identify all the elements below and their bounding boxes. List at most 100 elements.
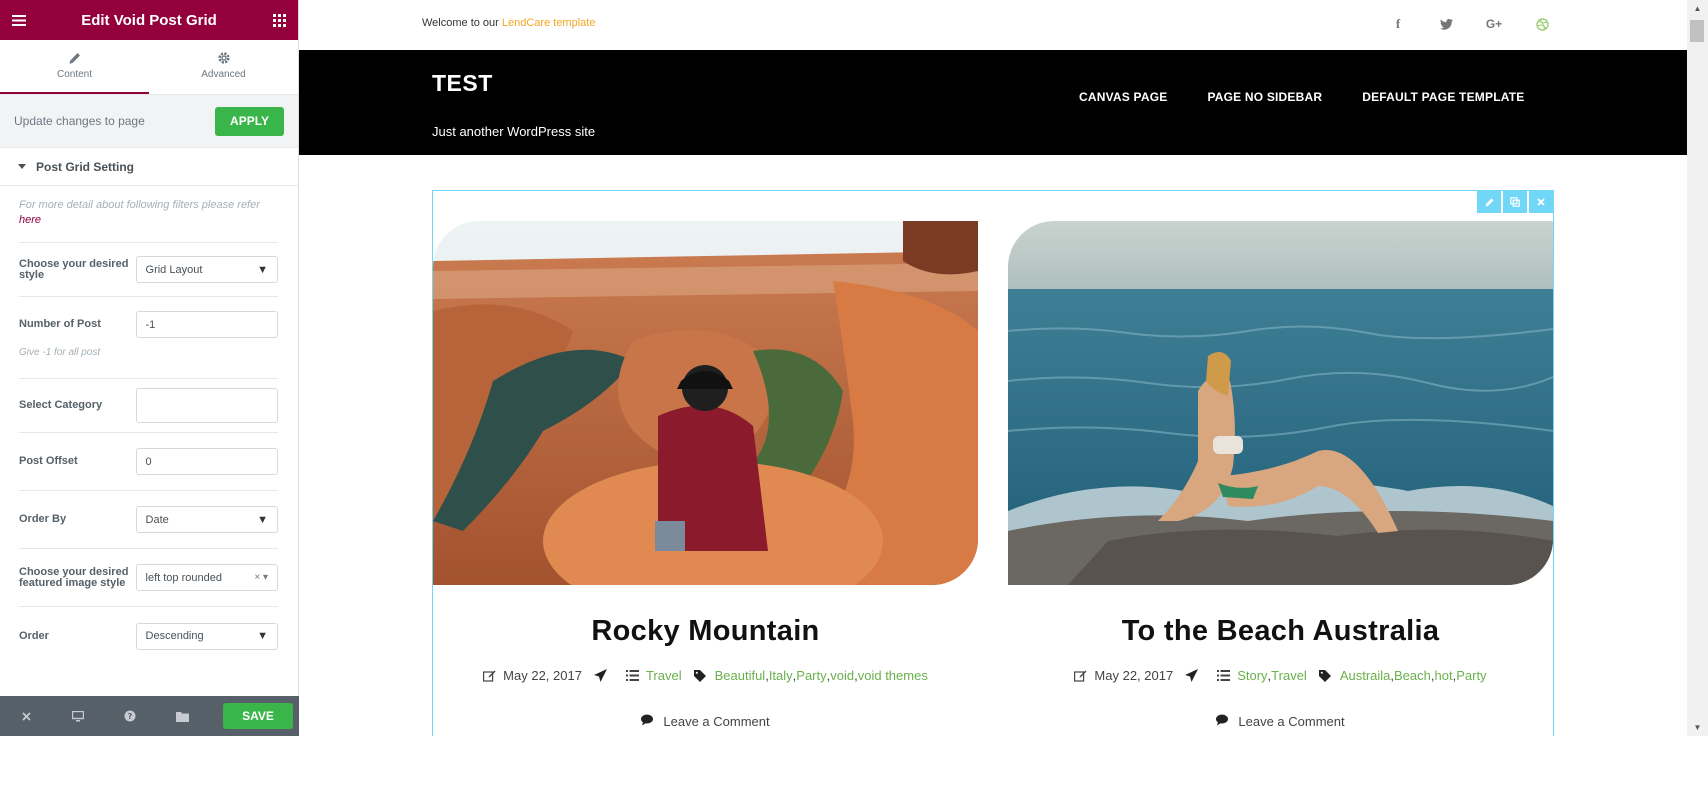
post-card: To the Beach Australia May 22, 2017 Stor…	[1008, 221, 1553, 729]
tag-link[interactable]: Beach	[1394, 668, 1431, 683]
tag-link[interactable]: void themes	[858, 668, 928, 683]
panel-header: Edit Void Post Grid	[0, 0, 298, 40]
nav-item-default-page-template[interactable]: DEFAULT PAGE TEMPLATE	[1362, 90, 1524, 104]
category-select[interactable]	[135, 388, 278, 423]
style-select[interactable]: Grid Layout ▼	[135, 256, 278, 283]
remove-widget-icon[interactable]	[1529, 191, 1553, 213]
google-plus-icon[interactable]: G+	[1484, 15, 1504, 33]
site-title[interactable]: TEST	[432, 70, 493, 97]
control-num-posts: Number of Post -1 Give -1 for all post	[19, 297, 278, 379]
select-value: Date	[145, 513, 169, 526]
control-order: Order Descending ▼	[19, 607, 278, 665]
site-header: TEST Just another WordPress site CANVAS …	[299, 50, 1687, 155]
author-plane-icon	[1185, 669, 1199, 682]
note-link[interactable]: here	[19, 214, 41, 226]
filters-note: For more detail about following filters …	[19, 186, 278, 243]
post-category-link[interactable]: Story	[1237, 668, 1267, 683]
scroll-up-arrow-icon[interactable]: ▲	[1687, 4, 1708, 13]
control-label: Order By	[19, 513, 67, 525]
controls-list: For more detail about following filters …	[0, 186, 298, 737]
tag-link[interactable]: Austraila	[1340, 668, 1391, 683]
edit-widget-icon[interactable]	[1477, 191, 1501, 213]
section-toggle-post-grid-setting[interactable]: Post Grid Setting	[0, 148, 298, 186]
input-value: -1	[145, 318, 156, 331]
control-order-by: Order By Date ▼	[19, 491, 278, 549]
post-date: May 22, 2017	[1094, 668, 1174, 683]
post-category-link[interactable]: Travel	[646, 668, 682, 683]
control-label: Order	[19, 629, 49, 642]
comment-label: Leave a Comment	[663, 714, 770, 729]
tab-advanced-label: Advanced	[201, 69, 246, 80]
tab-content[interactable]: Content	[0, 40, 149, 94]
scroll-thumb[interactable]	[1690, 20, 1704, 42]
help-icon[interactable]: ?	[121, 707, 139, 725]
close-icon[interactable]	[17, 707, 35, 725]
update-text: Update changes to page	[14, 114, 145, 128]
site-topbar: Welcome to our LendCare template f G+	[299, 0, 1687, 50]
post-title[interactable]: Rocky Mountain	[433, 615, 978, 648]
scroll-down-arrow-icon[interactable]: ▼	[1687, 723, 1708, 732]
tag-link[interactable]: void	[830, 668, 854, 683]
svg-text:?: ?	[128, 712, 133, 721]
panel-title: Edit Void Post Grid	[81, 11, 217, 29]
panel-footer: ? SAVE	[0, 696, 299, 736]
post-grid-widget[interactable]: Rocky Mountain May 22, 2017 Travel Beaut…	[432, 190, 1554, 736]
tag-icon	[1318, 669, 1333, 682]
dribbble-icon[interactable]	[1532, 15, 1552, 33]
nav-item-page-no-sidebar[interactable]: PAGE NO SIDEBAR	[1207, 90, 1322, 104]
tag-link[interactable]: Italy	[769, 668, 793, 683]
page-preview: Welcome to our LendCare template f G+ TE…	[299, 0, 1687, 736]
nav-item-canvas-page[interactable]: CANVAS PAGE	[1079, 90, 1167, 104]
tag-link[interactable]: hot	[1435, 668, 1453, 683]
num-posts-input[interactable]: -1	[135, 311, 278, 338]
welcome-prefix: Welcome to our	[422, 17, 502, 29]
comment-bubble-icon	[641, 714, 655, 729]
leave-comment-link[interactable]: Leave a Comment	[433, 714, 978, 729]
post-featured-image-beach[interactable]	[1008, 221, 1553, 585]
edit-note-icon	[483, 670, 496, 682]
tag-link[interactable]: Party	[796, 668, 826, 683]
tag-link[interactable]: Party	[1456, 668, 1486, 683]
order-by-select[interactable]: Date ▼	[135, 506, 278, 533]
control-offset: Post Offset 0	[19, 433, 278, 491]
post-featured-image-canyon[interactable]	[433, 221, 978, 585]
pencil-icon	[68, 52, 81, 65]
panel-tabs: Content Advanced	[0, 40, 298, 94]
widgets-grid-icon[interactable]	[271, 12, 287, 28]
welcome-link[interactable]: LendCare template	[502, 17, 596, 29]
dropdown-arrow-icon: ▼	[257, 263, 268, 276]
gear-icon	[217, 51, 231, 65]
dropdown-arrow-icon: ▼	[257, 630, 268, 642]
duplicate-widget-icon[interactable]	[1503, 191, 1527, 213]
author-plane-icon	[593, 669, 607, 682]
menu-icon[interactable]	[11, 12, 27, 28]
post-title[interactable]: To the Beach Australia	[1008, 615, 1553, 648]
offset-input[interactable]: 0	[135, 448, 278, 475]
editor-panel: Edit Void Post Grid Content Advanced Upd…	[0, 0, 299, 737]
clear-arrow-icon[interactable]: × ▾	[254, 572, 268, 583]
tab-advanced[interactable]: Advanced	[149, 40, 298, 94]
post-category-link[interactable]: Travel	[1271, 668, 1307, 683]
comment-bubble-icon	[1216, 714, 1230, 729]
preview-scrollbar[interactable]: ▲ ▼	[1687, 0, 1708, 736]
facebook-icon[interactable]: f	[1388, 15, 1408, 33]
leave-comment-link[interactable]: Leave a Comment	[1008, 714, 1553, 729]
category-list-icon	[1217, 670, 1231, 681]
save-button[interactable]: SAVE	[223, 703, 293, 729]
welcome-text: Welcome to our LendCare template	[422, 17, 595, 29]
control-category: Select Category	[19, 379, 278, 433]
tag-link[interactable]: Beautiful	[715, 668, 766, 683]
folder-icon[interactable]	[173, 707, 191, 725]
desktop-icon[interactable]	[69, 707, 87, 725]
twitter-icon[interactable]	[1436, 15, 1456, 33]
post-date: May 22, 2017	[503, 668, 582, 683]
order-select[interactable]: Descending ▼	[135, 622, 278, 650]
primary-nav: CANVAS PAGE PAGE NO SIDEBAR DEFAULT PAGE…	[1079, 90, 1564, 104]
caret-down-icon	[18, 164, 26, 169]
post-meta: May 22, 2017 Story, Travel Austraila, Be…	[1008, 668, 1553, 683]
edit-note-icon	[1074, 670, 1087, 682]
dropdown-arrow-icon: ▼	[257, 513, 268, 526]
image-style-select[interactable]: left top rounded × ▾	[135, 564, 278, 591]
apply-button[interactable]: APPLY	[215, 106, 284, 136]
widget-toolbar	[1477, 191, 1553, 213]
